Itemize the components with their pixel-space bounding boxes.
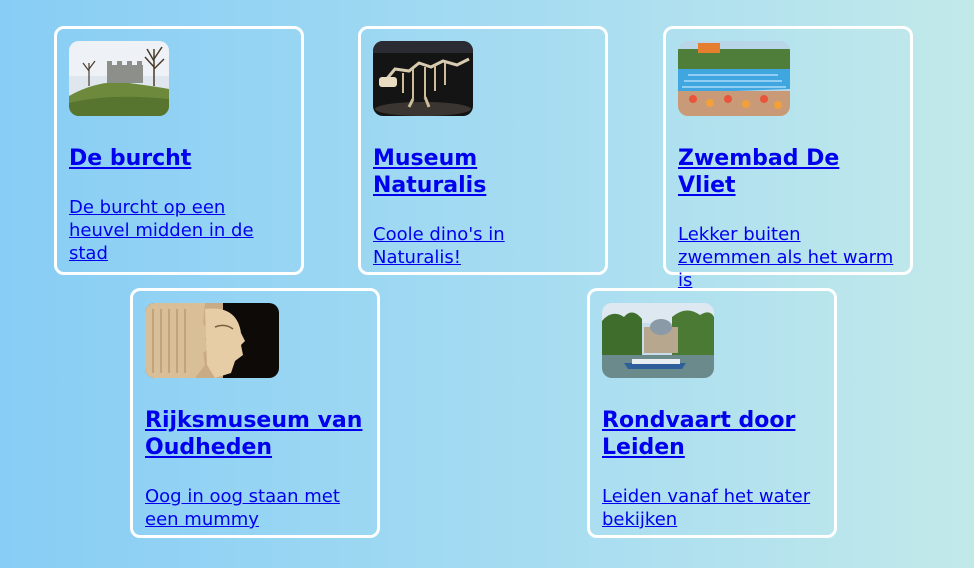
card-title[interactable]: Zwembad De Vliet — [678, 145, 898, 199]
card-title[interactable]: Rijksmuseum van Oudheden — [145, 407, 365, 461]
card-rondvaart-door-leiden[interactable]: Rondvaart door Leiden Leiden vanaf het w… — [587, 288, 837, 538]
card-museum-naturalis[interactable]: Museum Naturalis Coole dino's in Natural… — [358, 26, 608, 275]
card-title[interactable]: Museum Naturalis — [373, 145, 593, 199]
egyptian-statue-photo[interactable] — [145, 303, 279, 378]
card-description[interactable]: Lekker buiten zwemmen als het warm is — [678, 223, 898, 292]
card-de-burcht[interactable]: De burcht De burcht op een heuvel midden… — [54, 26, 304, 275]
card-description[interactable]: De burcht op een heuvel midden in de sta… — [69, 196, 289, 265]
dinosaur-photo[interactable] — [373, 41, 473, 116]
card-description[interactable]: Oog in oog staan met een mummy — [145, 485, 365, 531]
card-zwembad-de-vliet[interactable]: Zwembad De Vliet Lekker buiten zwemmen a… — [663, 26, 913, 291]
card-description[interactable]: Leiden vanaf het water bekijken — [602, 485, 822, 531]
card-title[interactable]: Rondvaart door Leiden — [602, 407, 822, 461]
card-description[interactable]: Coole dino's in Naturalis! — [373, 223, 593, 269]
card-title[interactable]: De burcht — [69, 145, 289, 172]
castle-photo[interactable] — [69, 41, 169, 116]
pool-photo[interactable] — [678, 41, 790, 116]
card-rijksmuseum-van-oudheden[interactable]: Rijksmuseum van Oudheden Oog in oog staa… — [130, 288, 380, 538]
canal-boat-photo[interactable] — [602, 303, 714, 378]
